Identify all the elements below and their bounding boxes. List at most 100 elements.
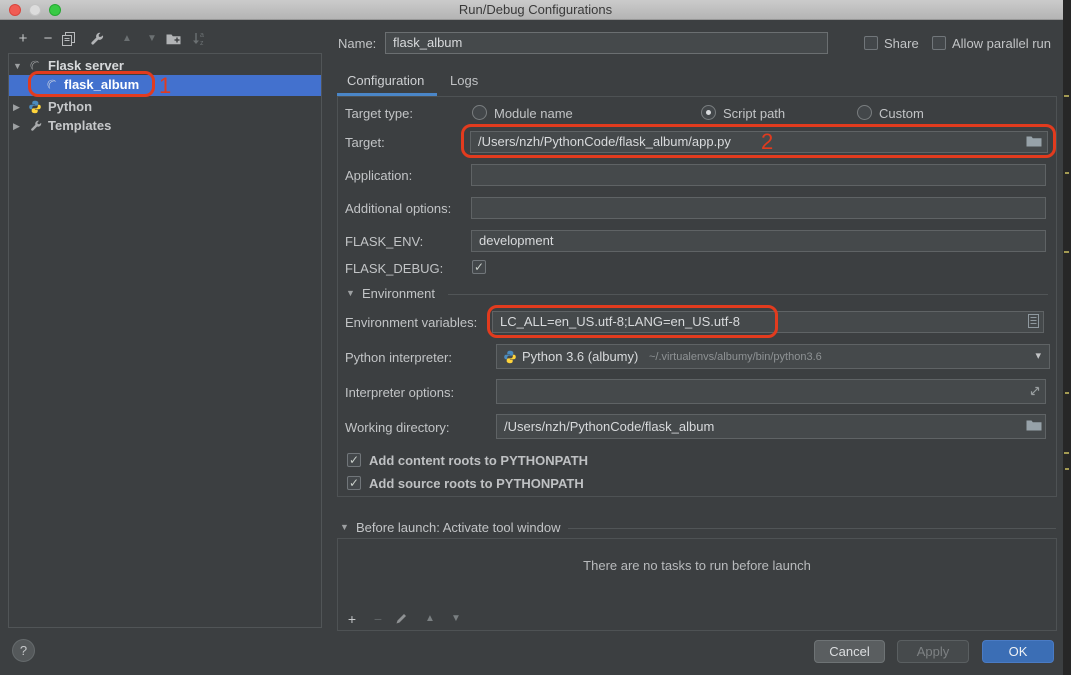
interpreter-path: ~/.virtualenvs/albumy/bin/python3.6 <box>649 351 822 363</box>
dropdown-arrow-icon[interactable]: ▾ <box>1035 349 1041 362</box>
move-task-up-button[interactable]: ▲ <box>421 611 439 627</box>
sort-configurations-button[interactable]: a z <box>192 28 214 50</box>
python-interpreter-dropdown[interactable]: Python 3.6 (albumy) ~/.virtualenvs/album… <box>496 344 1050 369</box>
flask-env-label: FLASK_ENV: <box>345 234 423 250</box>
allow-parallel-run-label: Allow parallel run <box>952 36 1051 52</box>
environment-variables-label: Environment variables: <box>345 315 477 331</box>
edit-templates-button[interactable] <box>90 28 112 50</box>
new-folder-button[interactable] <box>166 28 188 50</box>
pencil-icon <box>395 612 408 625</box>
add-configuration-button[interactable]: + <box>12 28 34 50</box>
background-artifact <box>1065 468 1069 470</box>
add-source-roots-label: Add source roots to PYTHONPATH <box>369 476 584 492</box>
collapsed-arrow-icon[interactable]: ▶ <box>13 102 20 113</box>
add-content-roots-checkbox[interactable]: ✓ <box>347 453 361 467</box>
tree-item-templates[interactable]: ▶ Templates <box>9 116 321 137</box>
move-task-down-button[interactable]: ▼ <box>447 611 465 627</box>
copy-icon <box>62 32 75 46</box>
tree-item-label: Flask server <box>48 58 124 73</box>
background-artifact <box>1064 452 1069 454</box>
tree-item-label: Python <box>48 99 92 114</box>
target-input[interactable]: /Users/nzh/PythonCode/flask_album/app.py <box>470 131 1048 153</box>
interpreter-name: Python 3.6 (albumy) <box>522 349 638 364</box>
flask-debug-label: FLASK_DEBUG: <box>345 261 443 277</box>
flask-debug-checkbox[interactable]: ✓ <box>472 260 486 274</box>
background-artifact <box>1065 392 1069 394</box>
background-app-sliver <box>1063 0 1071 675</box>
browse-folder-icon[interactable] <box>1026 419 1042 431</box>
before-launch-divider <box>568 528 1056 529</box>
before-launch-header[interactable]: Before launch: Activate tool window <box>356 520 561 536</box>
titlebar: Run/Debug Configurations <box>0 0 1071 20</box>
run-debug-configurations-dialog: Run/Debug Configurations + − ▲ ▼ a z <box>0 0 1071 675</box>
remove-task-button[interactable]: − <box>369 611 387 627</box>
browse-folder-icon[interactable] <box>1026 135 1042 147</box>
remove-configuration-button[interactable]: − <box>37 28 59 50</box>
new-folder-icon <box>166 32 182 45</box>
background-artifact <box>1065 172 1069 174</box>
tab-logs[interactable]: Logs <box>450 73 478 88</box>
configurations-tree <box>8 53 322 628</box>
working-directory-input[interactable]: /Users/nzh/PythonCode/flask_album <box>496 414 1046 439</box>
share-checkbox[interactable] <box>864 36 878 50</box>
script-path-radio[interactable] <box>701 105 716 120</box>
python-interpreter-label: Python interpreter: <box>345 350 452 366</box>
interpreter-options-label: Interpreter options: <box>345 385 454 401</box>
tree-item-python[interactable]: ▶ Python <box>9 97 321 118</box>
target-label: Target: <box>345 135 385 151</box>
script-path-label[interactable]: Script path <box>723 106 785 122</box>
cancel-button[interactable]: Cancel <box>814 640 885 663</box>
python-icon <box>503 350 517 364</box>
annotation-marker-2: 2 <box>761 129 773 155</box>
working-directory-label: Working directory: <box>345 420 450 436</box>
expanded-arrow-icon[interactable]: ▼ <box>13 61 22 71</box>
move-up-button[interactable]: ▲ <box>116 28 138 50</box>
application-input[interactable] <box>471 164 1046 186</box>
annotation-marker-1: 1 <box>159 73 171 99</box>
custom-radio[interactable] <box>857 105 872 120</box>
apply-button[interactable]: Apply <box>897 640 969 663</box>
flask-icon: ☾ <box>25 56 44 76</box>
python-icon <box>28 100 42 114</box>
environment-section-label[interactable]: Environment <box>362 286 435 302</box>
edit-task-button[interactable] <box>395 612 413 628</box>
before-launch-arrow-icon[interactable]: ▼ <box>340 522 349 532</box>
svg-text:z: z <box>200 40 204 46</box>
environment-section-arrow-icon[interactable]: ▼ <box>346 288 355 298</box>
edit-variables-icon[interactable] <box>1028 314 1039 328</box>
help-button[interactable]: ? <box>12 639 35 662</box>
background-artifact <box>1064 251 1069 253</box>
before-launch-empty-message: There are no tasks to run before launch <box>337 558 1057 573</box>
before-launch-panel <box>337 538 1057 631</box>
custom-label[interactable]: Custom <box>879 106 924 122</box>
target-type-label: Target type: <box>345 106 413 122</box>
flask-env-input[interactable]: development <box>471 230 1046 252</box>
ok-button[interactable]: OK <box>982 640 1054 663</box>
flask-icon: ☾ <box>42 75 61 95</box>
tree-item-label: Templates <box>48 118 111 133</box>
wrench-icon <box>30 120 42 132</box>
svg-text:a: a <box>200 32 204 39</box>
additional-options-input[interactable] <box>471 197 1046 219</box>
collapsed-arrow-icon[interactable]: ▶ <box>13 121 20 132</box>
wrench-icon <box>90 32 104 46</box>
share-label: Share <box>884 36 919 52</box>
tree-item-label: flask_album <box>64 77 139 92</box>
module-name-label[interactable]: Module name <box>494 106 573 122</box>
additional-options-label: Additional options: <box>345 201 451 217</box>
sort-az-icon: a z <box>192 31 206 46</box>
module-name-radio[interactable] <box>472 105 487 120</box>
environment-variables-input[interactable]: LC_ALL=en_US.utf-8;LANG=en_US.utf-8 <box>492 311 1044 333</box>
name-input[interactable]: flask_album <box>385 32 828 54</box>
copy-configuration-button[interactable] <box>62 28 84 50</box>
name-label: Name: <box>338 36 376 52</box>
move-down-button[interactable]: ▼ <box>141 28 163 50</box>
application-label: Application: <box>345 168 412 184</box>
expand-field-icon[interactable] <box>1029 385 1041 397</box>
tab-configuration[interactable]: Configuration <box>347 73 424 88</box>
add-source-roots-checkbox[interactable]: ✓ <box>347 476 361 490</box>
allow-parallel-run-checkbox[interactable] <box>932 36 946 50</box>
background-artifact <box>1064 95 1069 97</box>
add-task-button[interactable]: + <box>343 611 361 627</box>
interpreter-options-input[interactable] <box>496 379 1046 404</box>
